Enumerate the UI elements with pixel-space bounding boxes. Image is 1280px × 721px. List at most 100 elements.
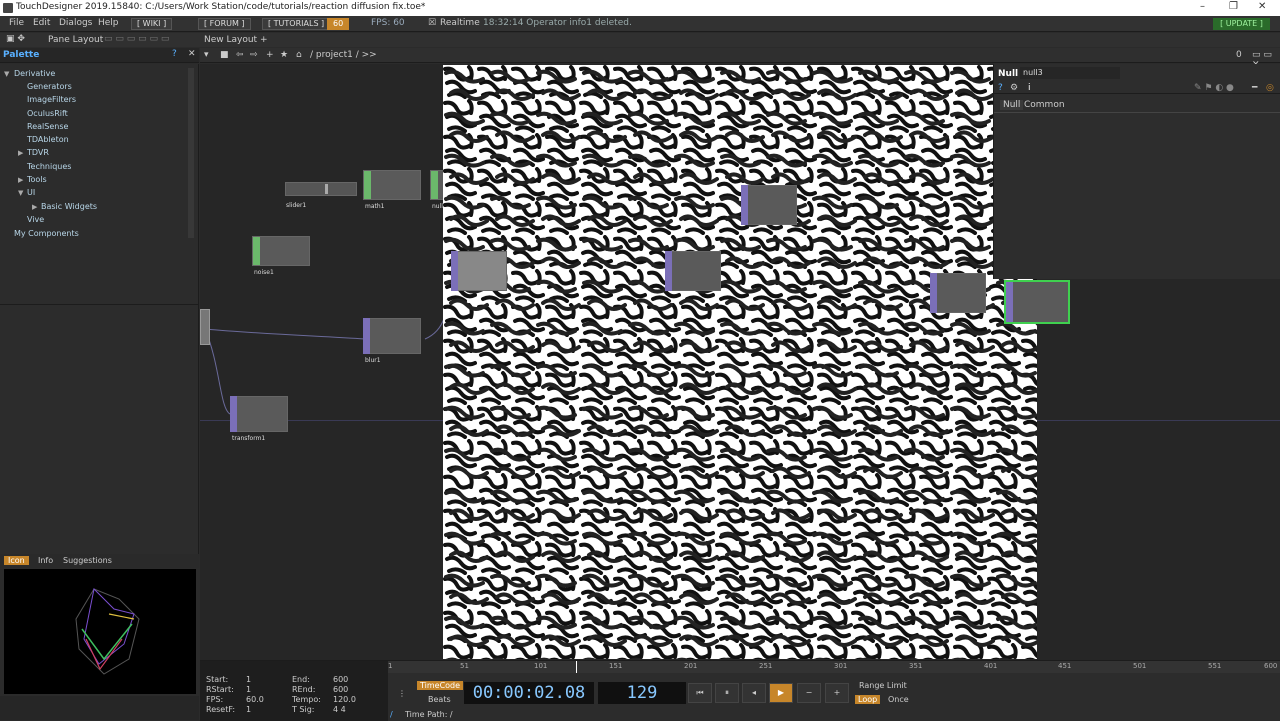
network-in-connector[interactable]	[200, 309, 210, 345]
palette-item-vive[interactable]: Vive	[27, 215, 44, 224]
realtime-checkbox-icon[interactable]: ☒	[428, 18, 436, 28]
layout-presets-icon[interactable]: ▭ ▭ ▭ ▭ ▭ ▭	[104, 34, 169, 44]
node-preview	[930, 273, 986, 313]
forum-button[interactable]: [ FORUM ]	[198, 18, 251, 30]
palette-item-realsense[interactable]: RealSense	[27, 122, 68, 131]
expand-icon[interactable]: ▶	[32, 203, 37, 211]
rewind-button[interactable]: ⏮	[688, 683, 712, 703]
palette-item-tools[interactable]: Tools	[27, 175, 47, 184]
palette-item-oculusrift[interactable]: OculusRift	[27, 109, 68, 118]
minimize-button[interactable]: –	[1200, 1, 1205, 12]
time-path[interactable]: Time Path: /	[405, 710, 453, 719]
tab-info[interactable]: Info	[34, 556, 57, 565]
network-menu-icon[interactable]: ▾	[204, 50, 209, 60]
loop-button[interactable]: Loop	[855, 695, 881, 704]
tab-icon[interactable]: Icon	[4, 556, 29, 565]
add-icon[interactable]: +	[266, 50, 274, 60]
node-noise1[interactable]: noise1	[252, 236, 310, 276]
palette-item-imagefilters[interactable]: ImageFilters	[27, 95, 76, 104]
palette-item-tdableton[interactable]: TDAbleton	[27, 135, 69, 144]
palette-item-generators[interactable]: Generators	[27, 82, 72, 91]
fps-field[interactable]: 60.0	[246, 695, 264, 704]
tab-null[interactable]: Null	[1000, 100, 1024, 110]
python-icon[interactable]: ⚙	[1010, 83, 1018, 93]
viewer-icon[interactable]: ◎	[1266, 83, 1274, 93]
help-icon[interactable]: ?	[998, 83, 1003, 93]
tempo-field[interactable]: 120.0	[333, 695, 356, 704]
end-field[interactable]: 600	[333, 675, 348, 684]
info-icon[interactable]: i	[1028, 83, 1031, 93]
palette-item-derivative[interactable]: Derivative	[14, 69, 55, 78]
back-icon[interactable]: ⇦	[236, 50, 244, 60]
decrease-button[interactable]: −	[797, 683, 821, 703]
beats-mode-button[interactable]: Beats	[428, 695, 451, 704]
close-button[interactable]: ✕	[1258, 1, 1266, 12]
stop-icon[interactable]: ■	[220, 50, 229, 60]
palette-item-my-components[interactable]: My Components	[14, 229, 79, 238]
slider-handle[interactable]	[325, 184, 328, 194]
tick-label: 1	[388, 662, 393, 670]
node-math1[interactable]: math1	[363, 170, 421, 210]
menu-dialogs[interactable]: Dialogs	[59, 18, 92, 28]
play-button[interactable]: ▶	[769, 683, 793, 703]
increase-button[interactable]: +	[825, 683, 849, 703]
menu-edit[interactable]: Edit	[33, 18, 50, 28]
palette-item-basic-widgets[interactable]: Basic Widgets	[41, 202, 97, 211]
node-preview	[363, 318, 421, 354]
once-button[interactable]: Once	[888, 695, 909, 704]
collapse-icon[interactable]: ▼	[18, 189, 23, 197]
menu-file[interactable]: File	[9, 18, 24, 28]
expand-icon[interactable]: ▼	[4, 70, 9, 78]
slider-widget[interactable]	[285, 182, 357, 196]
tick-label: 551	[1208, 662, 1222, 670]
resetf-field[interactable]: 1	[246, 705, 251, 714]
node-over-top[interactable]	[741, 185, 797, 225]
tab-common[interactable]: Common	[1024, 100, 1065, 110]
wiki-button[interactable]: [ WIKI ]	[131, 18, 173, 30]
node-over-right[interactable]	[930, 273, 986, 313]
node-slider1[interactable]: slider1	[285, 182, 357, 210]
frame-display[interactable]: 129	[598, 682, 686, 704]
playhead[interactable]	[576, 661, 577, 673]
node-over-left[interactable]	[451, 251, 507, 291]
timecode-display[interactable]: 00:00:02.08	[464, 682, 594, 704]
palette-item-tdvr[interactable]: TDVR	[27, 148, 49, 157]
home-icon[interactable]: ⌂	[296, 50, 302, 60]
new-layout-button[interactable]: New Layout +	[204, 35, 268, 45]
palette-header: Palette ? ✕	[0, 48, 199, 63]
expand-icon[interactable]: ▶	[18, 176, 23, 184]
palette-scrollbar[interactable]	[188, 68, 194, 238]
rstart-field[interactable]: 1	[246, 685, 251, 694]
network-path[interactable]: / project1 / >>	[310, 50, 377, 60]
expand-icon[interactable]: ▶	[18, 149, 23, 157]
bookmark-icon[interactable]: ★	[280, 50, 288, 60]
op-name-field[interactable]: null3	[1020, 67, 1120, 79]
pause-button[interactable]: ⏸	[715, 683, 739, 703]
tutorials-button[interactable]: [ TUTORIALS ]	[262, 18, 331, 30]
menu-help[interactable]: Help	[98, 18, 119, 28]
node-transform1[interactable]: transform1	[230, 396, 288, 442]
timeline-ruler[interactable]: 1 51 101 151 201 251 301 351 401 451 501…	[388, 661, 1280, 673]
node-null3[interactable]	[1004, 280, 1070, 324]
tab-suggestions[interactable]: Suggestions	[59, 556, 116, 565]
palette-item-ui[interactable]: UI	[27, 188, 35, 197]
palette-item-techniques[interactable]: Techniques	[27, 162, 71, 171]
fps-cap-toggle[interactable]: 60	[327, 18, 350, 30]
maximize-button[interactable]: ❐	[1229, 1, 1238, 12]
param-tools-icon[interactable]: ✎ ⚑ ◐ ●	[1194, 83, 1234, 93]
node-blur1[interactable]: blur1	[363, 318, 421, 364]
node-over-mid[interactable]	[665, 251, 721, 291]
update-button[interactable]: [ UPDATE ]	[1213, 18, 1270, 30]
tsig-field[interactable]: 4 4	[333, 705, 346, 714]
close-icon[interactable]: ✕	[188, 49, 196, 59]
tick-label: 151	[609, 662, 623, 670]
help-icon[interactable]: ?	[172, 49, 177, 59]
forward-icon[interactable]: ⇨	[250, 50, 258, 60]
collapse-icon[interactable]: ━	[1252, 83, 1257, 93]
start-field[interactable]: 1	[246, 675, 251, 684]
timeline-menu-icon[interactable]: ⋮	[398, 689, 406, 698]
step-back-button[interactable]: ◂	[742, 683, 766, 703]
pane-add-icon[interactable]: ▣ ✥	[6, 34, 25, 44]
rend-field[interactable]: 600	[333, 685, 348, 694]
timecode-mode-button[interactable]: TimeCode	[417, 681, 464, 690]
